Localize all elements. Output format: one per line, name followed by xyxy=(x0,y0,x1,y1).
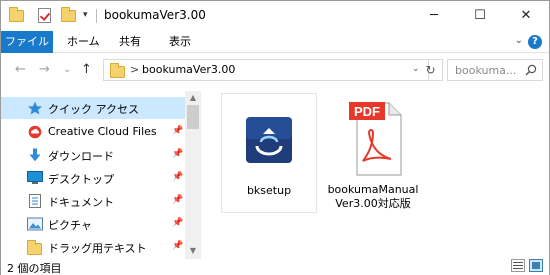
tab-file[interactable]: ファイル xyxy=(1,31,53,53)
sidebar-item-label: ドラッグ用テキスト xyxy=(48,242,147,255)
title-bar: ▾ bookumaVer3.00 ─ ☐ ✕ xyxy=(1,1,549,31)
recent-locations-icon[interactable]: ⌄ xyxy=(63,64,71,75)
ribbon-expand-icon[interactable]: ⌄ xyxy=(515,35,523,46)
file-item-bksetup[interactable]: bksetup xyxy=(221,93,317,213)
help-icon[interactable]: ? xyxy=(528,35,542,49)
status-bar: 2 個の項目 xyxy=(1,259,549,275)
address-bar[interactable]: > bookumaVer3.00 ⌄ xyxy=(103,59,429,81)
creative-cloud-icon xyxy=(28,125,42,139)
pin-icon[interactable]: 📌 xyxy=(172,126,183,136)
folder-icon xyxy=(110,63,126,78)
picture-icon xyxy=(27,217,43,231)
window-title: bookumaVer3.00 xyxy=(104,8,206,22)
sidebar-item-label: ドキュメント xyxy=(48,196,114,209)
refresh-button[interactable]: ↻ xyxy=(419,59,443,81)
star-icon xyxy=(28,101,42,115)
search-placeholder: bookuma... xyxy=(455,64,517,77)
tab-home[interactable]: ホーム xyxy=(57,31,110,53)
pin-icon[interactable]: 📌 xyxy=(172,218,183,228)
pdf-badge-text: PDF xyxy=(354,104,380,119)
pin-icon[interactable]: 📌 xyxy=(172,195,183,205)
details-view-button[interactable] xyxy=(511,259,525,272)
address-path[interactable]: bookumaVer3.00 xyxy=(142,63,235,76)
quick-access-dropdown-icon[interactable]: ▾ xyxy=(83,10,88,20)
path-separator-icon[interactable]: > xyxy=(130,63,139,76)
sidebar-item-label: Creative Cloud Files xyxy=(48,125,157,138)
close-button[interactable]: ✕ xyxy=(503,1,549,31)
explorer-window: ▾ bookumaVer3.00 ─ ☐ ✕ ファイル ホーム 共有 表示 ⌄ … xyxy=(0,0,550,275)
sidebar-item-label: クイック アクセス xyxy=(48,103,139,116)
file-name: bksetup xyxy=(246,184,292,197)
back-button[interactable]: ← xyxy=(15,62,26,77)
sidebar-item-documents[interactable]: ドキュメント 📌 xyxy=(1,190,185,212)
scroll-thumb[interactable] xyxy=(187,105,199,129)
new-folder-icon[interactable] xyxy=(61,7,77,24)
ribbon-tabs: ファイル ホーム 共有 表示 ⌄ ? xyxy=(1,31,549,53)
document-icon xyxy=(29,194,41,208)
sidebar-item-label: デスクトップ xyxy=(48,173,114,186)
folder-icon[interactable] xyxy=(9,7,25,24)
desktop-icon xyxy=(27,171,43,184)
maximize-button[interactable]: ☐ xyxy=(457,1,503,31)
large-icons-view-button[interactable] xyxy=(529,259,543,272)
forward-button[interactable]: → xyxy=(39,62,50,77)
pdf-icon: PDF xyxy=(349,102,402,176)
folder-icon xyxy=(27,240,43,255)
up-button[interactable]: ↑ xyxy=(81,62,92,77)
sidebar-item-label: ダウンロード xyxy=(48,150,114,163)
tab-share[interactable]: 共有 xyxy=(109,31,151,53)
download-icon xyxy=(29,148,41,162)
sidebar-item-quick-access[interactable]: クイック アクセス xyxy=(1,97,185,119)
sidebar-item-desktop[interactable]: デスクトップ 📌 xyxy=(1,167,185,189)
item-count: 2 個の項目 xyxy=(7,262,62,275)
installer-icon xyxy=(246,117,292,163)
minimize-button[interactable]: ─ xyxy=(411,1,457,31)
file-item-manual-pdf[interactable]: PDF bookumaManual Ver3.00対応版 xyxy=(325,93,421,213)
details-view-icon xyxy=(513,262,523,269)
large-icons-view-icon xyxy=(532,262,540,269)
tab-view[interactable]: 表示 xyxy=(159,31,201,53)
properties-icon[interactable] xyxy=(37,8,53,24)
sidebar-item-downloads[interactable]: ダウンロード 📌 xyxy=(1,144,185,166)
pin-icon[interactable]: 📌 xyxy=(172,149,183,159)
navigation-pane: クイック アクセス Creative Cloud Files 📌 ダウンロード … xyxy=(1,91,201,259)
scroll-down-icon[interactable]: ▼ xyxy=(185,244,201,258)
file-list: bksetup PDF bookumaManual Ver3.00対応版 xyxy=(203,91,549,259)
sidebar-item-label: ピクチャ xyxy=(48,219,92,232)
pin-icon[interactable]: 📌 xyxy=(172,241,183,251)
search-icon xyxy=(525,64,537,76)
navigation-bar: ← → ⌄ ↑ > bookumaVer3.00 ⌄ ↻ bookuma... xyxy=(1,54,549,86)
pin-icon[interactable]: 📌 xyxy=(172,172,183,182)
search-input[interactable]: bookuma... xyxy=(447,59,543,81)
file-name: bookumaManual Ver3.00対応版 xyxy=(327,183,419,210)
title-separator xyxy=(96,9,97,23)
scroll-up-icon[interactable]: ▲ xyxy=(185,91,201,105)
sidebar-item-pictures[interactable]: ピクチャ 📌 xyxy=(1,213,185,235)
sidebar-item-drag-text[interactable]: ドラッグ用テキスト 📌 xyxy=(1,236,185,258)
sidebar-item-creative-cloud-files[interactable]: Creative Cloud Files 📌 xyxy=(1,121,185,143)
